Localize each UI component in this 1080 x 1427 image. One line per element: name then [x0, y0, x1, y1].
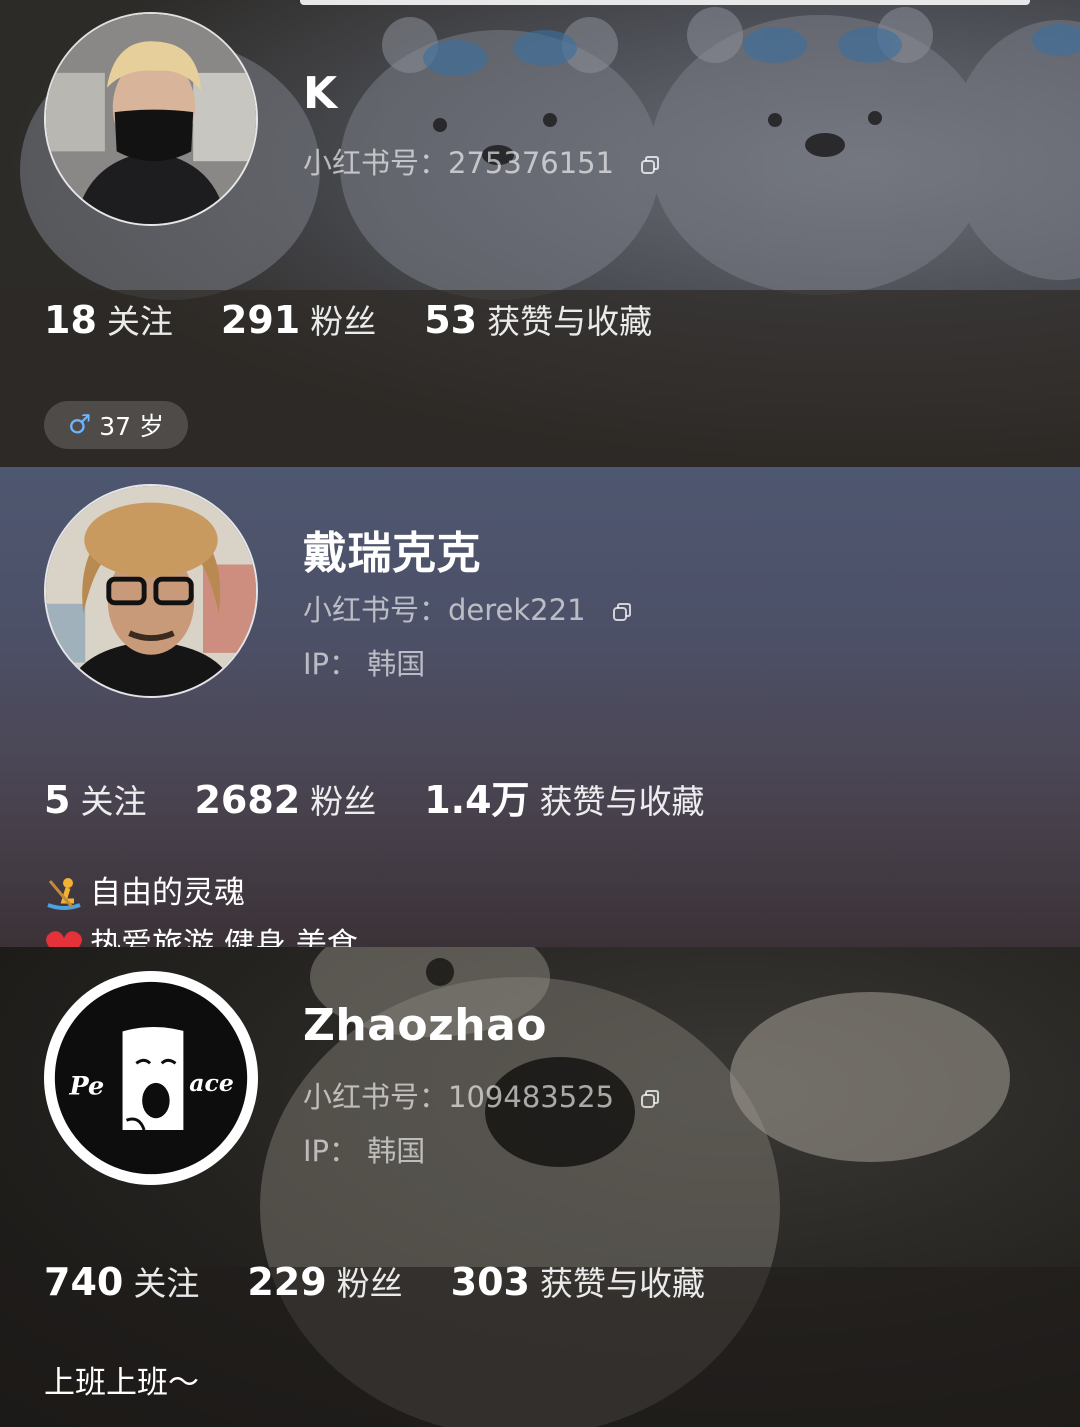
likes-count: 1.4万: [424, 778, 530, 822]
id-value: 275376151: [448, 146, 615, 180]
ip-location: IP： 韩国: [303, 1134, 426, 1168]
avatar-photo-man-mask: [46, 14, 256, 224]
followers-stat[interactable]: 291 粉丝: [221, 295, 376, 343]
followers-label: 粉丝: [310, 782, 377, 821]
bio-text-2: 热爱旅游 健身 美食: [90, 927, 358, 947]
likes-label: 获赞与收藏: [539, 1264, 705, 1303]
profile-id-line: 小红书号：275376151: [303, 140, 661, 182]
copy-icon[interactable]: [639, 154, 661, 176]
id-value: derek221: [448, 593, 586, 627]
age-gender-tag: ♂ 37 岁: [44, 401, 188, 449]
bio-line-2: 热爱旅游 健身 美食: [44, 919, 358, 947]
profile-card-derek: 戴瑞克克 小红书号：derek221 IP： 韩国 5 关注 2682 粉丝 1…: [0, 467, 1080, 947]
following-stat[interactable]: 740 关注: [44, 1257, 199, 1305]
following-label: 关注: [133, 1264, 200, 1303]
following-stat[interactable]: 18 关注: [44, 295, 173, 343]
following-count: 5: [44, 778, 71, 822]
rowing-person-icon: [47, 877, 81, 910]
bio-text: 上班上班～: [44, 1365, 199, 1401]
profile-card-k: K 小红书号：275376151 18 关注 291 粉丝 53 获赞与收藏 ♂…: [0, 0, 1080, 467]
avatar-text-ace: ace: [189, 1069, 234, 1097]
avatar[interactable]: Pe ace: [44, 971, 258, 1185]
avatar[interactable]: [44, 12, 258, 226]
id-label: 小红书号：: [303, 593, 449, 627]
bio-line-1: 自由的灵魂: [44, 867, 245, 915]
age-text: 37 岁: [99, 412, 165, 441]
likes-label: 获赞与收藏: [539, 782, 705, 821]
likes-count: 53: [424, 298, 478, 342]
profile-id-line: 小红书号：derek221: [303, 587, 633, 629]
profile-name: K: [303, 68, 338, 119]
profile-name: Zhaozhao: [303, 1000, 548, 1051]
id-label: 小红书号：: [303, 146, 449, 180]
profile-stats: 740 关注 229 粉丝 303 获赞与收藏: [44, 1257, 753, 1305]
avatar-peace-illustration: Pe ace: [54, 981, 248, 1175]
top-handle-bar: [300, 0, 1030, 5]
followers-count: 229: [247, 1260, 327, 1304]
red-heart-icon: [46, 930, 82, 947]
likes-count: 303: [450, 1260, 530, 1304]
likes-stat[interactable]: 1.4万 获赞与收藏: [424, 769, 704, 824]
followers-stat[interactable]: 2682 粉丝: [194, 775, 376, 823]
followers-label: 粉丝: [336, 1264, 403, 1303]
followers-stat[interactable]: 229 粉丝: [247, 1257, 402, 1305]
profile-stats: 5 关注 2682 粉丝 1.4万 获赞与收藏: [44, 769, 753, 824]
ip-location: IP： 韩国: [303, 647, 426, 681]
id-value: 109483525: [448, 1080, 615, 1114]
copy-icon[interactable]: [611, 601, 633, 623]
profile-stats: 18 关注 291 粉丝 53 获赞与收藏: [44, 295, 700, 343]
following-label: 关注: [80, 782, 147, 821]
id-label: 小红书号：: [303, 1080, 449, 1114]
profile-id-line: 小红书号：109483525: [303, 1074, 661, 1116]
avatar[interactable]: [44, 484, 258, 698]
profile-name: 戴瑞克克: [303, 528, 481, 579]
likes-label: 获赞与收藏: [487, 302, 653, 341]
followers-label: 粉丝: [310, 302, 377, 341]
following-stat[interactable]: 5 关注: [44, 775, 146, 823]
avatar-text-pe: Pe: [69, 1072, 105, 1102]
followers-count: 291: [220, 298, 301, 342]
following-label: 关注: [106, 302, 173, 341]
copy-icon[interactable]: [639, 1088, 661, 1110]
profile-card-zhaozhao: Pe ace Zhaozhao 小红书号：109483525 IP： 韩国 74…: [0, 947, 1080, 1427]
likes-stat[interactable]: 303 获赞与收藏: [451, 1257, 705, 1305]
bio-text-1: 自由的灵魂: [90, 875, 245, 911]
followers-count: 2682: [194, 778, 301, 822]
following-count: 18: [44, 298, 97, 342]
male-gender-icon: ♂: [67, 410, 92, 440]
likes-stat[interactable]: 53 获赞与收藏: [424, 295, 652, 343]
following-count: 740: [44, 1260, 124, 1304]
avatar-photo-man-fur-hat: [46, 486, 256, 696]
